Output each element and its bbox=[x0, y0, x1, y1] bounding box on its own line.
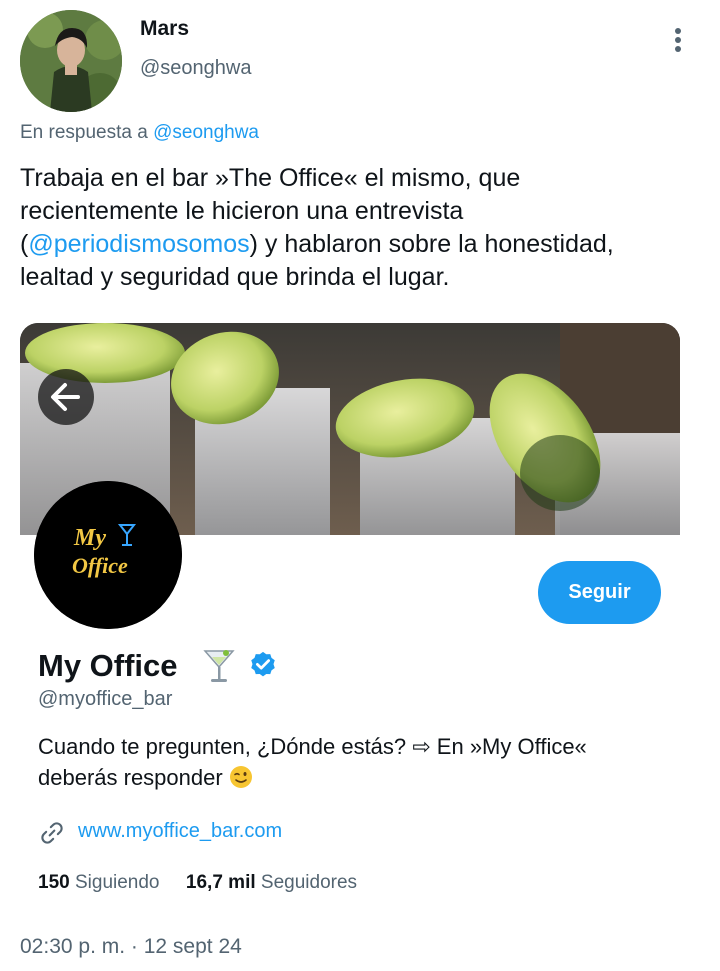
verified-badge-icon bbox=[248, 650, 278, 680]
tweet-mention-link[interactable]: @periodismosomos bbox=[28, 230, 249, 258]
following-stat[interactable]: 150 Siguiendo bbox=[38, 872, 160, 893]
link-icon bbox=[38, 819, 66, 847]
follow-button[interactable]: Seguir bbox=[538, 561, 661, 624]
more-options-icon[interactable] bbox=[668, 28, 688, 58]
logo-text-my: My bbox=[73, 525, 106, 551]
bio-line-text: deberás responder bbox=[38, 765, 223, 790]
profile-stats: 150 Siguiendo 16,7 mil Seguidores bbox=[38, 872, 357, 894]
logo-text-office: Office bbox=[72, 553, 128, 578]
reply-prefix: En respuesta a bbox=[20, 122, 148, 143]
author-name[interactable]: Mars bbox=[140, 17, 189, 41]
tweet-text: Trabaja en el bar »The Office« el mismo,… bbox=[20, 162, 710, 294]
followers-label: Seguidores bbox=[260, 872, 358, 893]
reply-context: En respuesta a @seonghwa bbox=[20, 122, 259, 144]
tweet-line: recientemente le hicieron una entrevista bbox=[20, 197, 464, 225]
author-avatar[interactable] bbox=[20, 10, 122, 112]
profile-name[interactable]: My Office bbox=[38, 648, 178, 684]
following-count: 150 bbox=[38, 872, 70, 893]
followers-stat[interactable]: 16,7 mil Seguidores bbox=[186, 872, 357, 893]
author-handle[interactable]: @seonghwa bbox=[140, 57, 251, 80]
cocktail-emoji-icon bbox=[202, 647, 236, 685]
profile-handle[interactable]: @myoffice_bar bbox=[38, 688, 172, 711]
profile-website-link[interactable]: www.myoffice_bar.com bbox=[78, 820, 282, 843]
profile-card: My Office Seguir My Office @myoffice_bar… bbox=[20, 323, 680, 923]
tweet-line: Trabaja en el bar »The Office« el mismo,… bbox=[20, 164, 521, 192]
wink-emoji-icon bbox=[229, 765, 253, 789]
bio-line: Cuando te pregunten, ¿Dónde estás? ⇨ En … bbox=[38, 734, 587, 759]
tweet-line: (@periodismosomos) y hablaron sobre la h… bbox=[20, 228, 710, 261]
bio-line-2: deberás responder bbox=[38, 762, 668, 793]
tweet-timestamp[interactable]: 02:30 p. m. · 12 sept 24 bbox=[20, 935, 242, 959]
followers-count: 16,7 mil bbox=[185, 872, 256, 893]
tweet-line-rest: ) y hablaron sobre la honestidad, bbox=[249, 230, 614, 258]
profile-avatar[interactable]: My Office bbox=[34, 481, 182, 629]
back-arrow-icon[interactable] bbox=[38, 369, 94, 425]
following-label: Siguiendo bbox=[74, 872, 160, 893]
profile-bio: Cuando te pregunten, ¿Dónde estás? ⇨ En … bbox=[38, 731, 668, 793]
tweet-line: lealtad y seguridad que brinda el lugar. bbox=[20, 263, 450, 291]
reply-mention-link[interactable]: @seonghwa bbox=[153, 122, 259, 143]
